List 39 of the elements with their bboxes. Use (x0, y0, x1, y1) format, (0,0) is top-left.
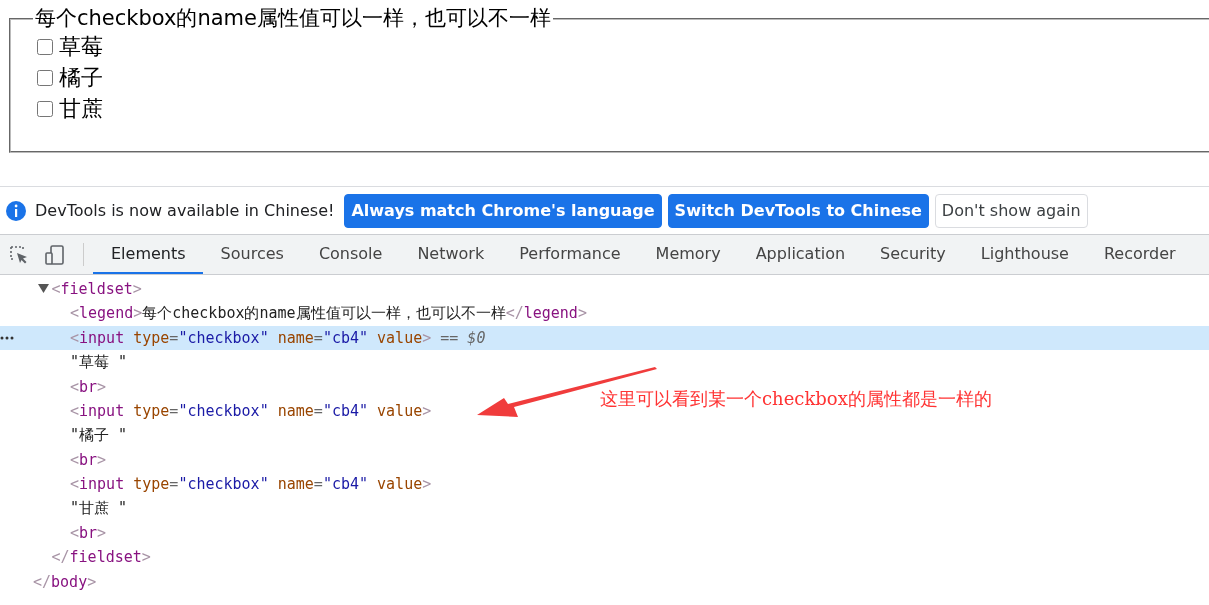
checkbox[interactable] (37, 69, 53, 86)
code-line: "橘子 " (70, 425, 128, 447)
checkbox-label: 甘蔗 (59, 95, 103, 124)
code-line: <fieldset> (51, 278, 142, 300)
devtools-tab[interactable]: Security (862, 235, 963, 274)
code-line: "草莓 " (70, 352, 128, 374)
annotation-text: 这里可以看到某一个checkbox的属性都是一样的 (600, 387, 992, 411)
devtools-tab[interactable]: Network (399, 235, 502, 274)
code-line: </body> (33, 571, 97, 593)
infobar-button[interactable]: Always match Chrome's language (344, 193, 662, 228)
devtools-tab[interactable]: Performance (501, 235, 638, 274)
devtools-tab[interactable]: Application (737, 235, 863, 274)
devtools-tab[interactable]: Lighthouse (962, 235, 1086, 274)
checkbox-label: 橘子 (59, 64, 103, 93)
more-options-icon[interactable] (0, 335, 14, 340)
devtools-tab[interactable]: Elements (93, 235, 203, 274)
checkbox[interactable] (37, 100, 53, 117)
info-message: DevTools is now available in Chinese! (35, 199, 335, 222)
code-line: </fieldset> (51, 547, 151, 569)
infobar-button[interactable]: Don't show again (934, 193, 1088, 228)
legend-text: 每个checkbox的name属性值可以一样，也可以不一样 (34, 6, 552, 32)
device-toolbar-icon[interactable] (44, 243, 66, 266)
devtools-tab[interactable]: Memory (637, 235, 738, 274)
code-line: <br> (70, 376, 107, 398)
checkbox[interactable] (37, 38, 53, 55)
code-line: <br> (70, 522, 107, 544)
code-line: <input type="checkbox" name="cb4" value> (70, 400, 432, 422)
collapse-triangle-icon[interactable] (37, 284, 49, 295)
info-icon (5, 199, 27, 222)
devtools-tab[interactable]: Sources (202, 235, 301, 274)
code-line: "甘蔗 " (70, 498, 128, 520)
code-line: <legend>每个checkbox的name属性值可以一样，也可以不一样</legend> (70, 303, 587, 325)
code-line: <br> (70, 449, 107, 471)
checkbox-label: 草莓 (59, 33, 103, 62)
devtools-tab[interactable]: Console (300, 235, 400, 274)
infobar-button[interactable]: Switch DevTools to Chinese (667, 193, 929, 228)
code-line: <input type="checkbox" name="cb4" value> (70, 474, 432, 496)
code-line: <input type="checkbox" name="cb4" value> == $0 (70, 327, 486, 349)
devtools-tab[interactable]: Recorder (1085, 235, 1193, 274)
